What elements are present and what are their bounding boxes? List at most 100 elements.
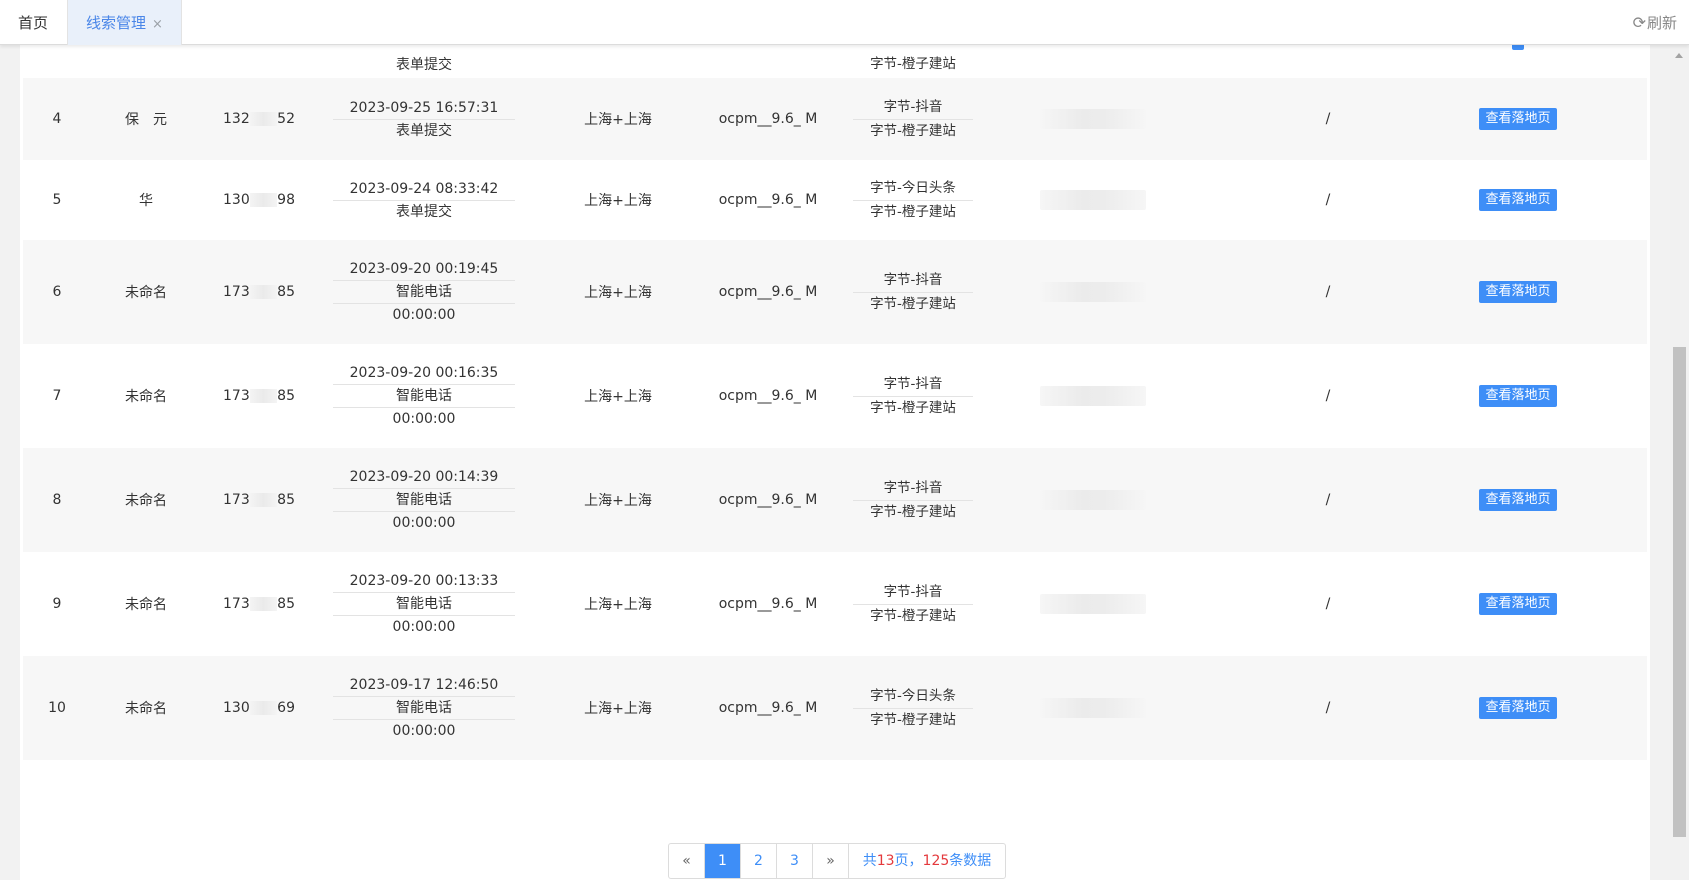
source-channel: 字节-抖音	[853, 373, 973, 397]
source-site: 字节-橙子建站	[870, 711, 956, 728]
masked-cell	[1033, 552, 1153, 656]
summary-suffix: 条数据	[949, 853, 992, 869]
masked-cell	[1033, 240, 1153, 344]
source-site: 字节-橙子建站	[870, 399, 956, 416]
scrollbar-thumb[interactable]	[1673, 347, 1686, 837]
source-cell: 字节-今日头条 字节-橙子建站	[853, 160, 973, 240]
remark-cell: /	[1325, 700, 1331, 716]
phone-mask	[249, 493, 278, 507]
remark-cell: /	[1325, 596, 1331, 612]
phone-cell: 130 69	[201, 656, 313, 760]
row-number: 8	[52, 492, 62, 508]
row-number: 7	[52, 388, 62, 404]
op-cell	[1448, 45, 1588, 78]
masked-value	[1040, 190, 1146, 210]
next-page-button[interactable]: »	[813, 844, 849, 878]
page-1-button[interactable]: 1	[705, 844, 741, 878]
plan-cell: ocpm__9.6_ M	[718, 111, 818, 127]
phone-cell: 173 85	[201, 448, 313, 552]
source-cell: 字节-抖音 字节-橙子建站	[853, 240, 973, 344]
lead-time: 2023-09-25 16:57:31	[333, 97, 515, 120]
prev-page-button[interactable]: «	[669, 844, 705, 878]
customer-name: 华	[139, 193, 153, 209]
summary-mid: 页，	[894, 853, 923, 869]
lead-time: 2023-09-17 12:46:50	[333, 674, 515, 697]
phone-prefix: 130	[223, 700, 250, 716]
table-row: 7 未命名 173 85 2023-09-20 00:16:35 智能电话 00:00:00…	[23, 344, 1647, 448]
tab-bar: 首页 线索管理 × ⟳刷新	[0, 0, 1689, 45]
table-row: 5 华 130 98 2023-09-24 08:33:42 表单提交 上海+上海 ocpm_…	[23, 160, 1647, 240]
refresh-button[interactable]: ⟳刷新	[1633, 0, 1677, 45]
view-landing-page-button[interactable]: 查看落地页	[1479, 593, 1557, 615]
time-cell: 2023-09-24 08:33:42 表单提交	[333, 160, 515, 240]
time-cell: 表单提交	[333, 45, 515, 78]
source-cell: 字节-抖音 字节-橙子建站	[853, 78, 973, 160]
masked-value	[1040, 698, 1146, 718]
customer-name: 未命名	[125, 597, 167, 613]
lead-time: 2023-09-20 00:14:39	[333, 466, 515, 489]
scroll-up-icon[interactable]	[1675, 53, 1683, 58]
source-channel: 字节-今日头条	[853, 685, 973, 709]
summary-prefix: 共	[862, 853, 877, 869]
view-landing-page-button[interactable]: 查看落地页	[1479, 281, 1557, 303]
phone-mask	[249, 193, 278, 207]
lead-time: 2023-09-20 00:13:33	[333, 570, 515, 593]
refresh-label: 刷新	[1646, 14, 1677, 32]
source-site: 字节-橙子建站	[870, 607, 956, 624]
op-cell: 查看落地页	[1448, 160, 1588, 240]
source-channel: 字节-抖音	[853, 269, 973, 293]
time-cell: 2023-09-20 00:13:33 智能电话 00:00:00	[333, 552, 515, 656]
phone-cell: 173 85	[201, 240, 313, 344]
op-cell: 查看落地页	[1448, 78, 1588, 160]
source-site: 字节-橙子建站	[870, 203, 956, 220]
masked-value	[1040, 282, 1146, 302]
vertical-scrollbar[interactable]	[1670, 45, 1689, 880]
phone-mask	[249, 389, 278, 403]
page-2-button[interactable]: 2	[741, 844, 777, 878]
customer-name: 未命名	[125, 285, 167, 301]
table-row: 9 未命名 173 85 2023-09-20 00:13:33 智能电话 00:00:00…	[23, 552, 1647, 656]
source-cell: 字节-抖音字节-橙子建站	[853, 344, 973, 448]
lead-method: 表单提交	[396, 122, 452, 139]
customer-name: 未命名	[125, 701, 167, 717]
phone-mask	[249, 597, 278, 611]
view-landing-page-button[interactable]: 查看落地页	[1479, 189, 1557, 211]
remark-cell: /	[1325, 388, 1331, 404]
view-landing-page-button[interactable]: 查看落地页	[1479, 489, 1557, 511]
view-landing-page-button[interactable]: 查看落地页	[1479, 108, 1557, 130]
plan-cell: ocpm__9.6_ M	[718, 192, 818, 208]
remark-cell: /	[1325, 111, 1331, 127]
customer-name: 保 元	[125, 112, 167, 128]
source-cell: 字节-橙子建站	[853, 45, 973, 78]
phone-cell: 173 85	[201, 344, 313, 448]
customer-name: 未命名	[125, 389, 167, 405]
tab-home[interactable]: 首页	[0, 0, 67, 45]
remark-cell: /	[1325, 492, 1331, 508]
close-icon[interactable]: ×	[152, 2, 163, 48]
table-row: 8 未命名 173 85 2023-09-20 00:14:39 智能电话 00:00:00…	[23, 448, 1647, 552]
op-cell: 查看落地页	[1448, 656, 1588, 760]
lead-time: 2023-09-20 00:16:35	[333, 362, 515, 385]
phone-suffix: 85	[277, 284, 295, 300]
lead-method: 表单提交	[396, 203, 452, 220]
source-channel: 字节-抖音	[853, 581, 973, 605]
table-row-partial: 表单提交 字节-橙子建站	[23, 45, 1647, 78]
lead-time: 2023-09-24 08:33:42	[333, 178, 515, 201]
source-line: 字节-橙子建站	[870, 56, 956, 72]
view-landing-page-button[interactable]: 查看落地页	[1479, 385, 1557, 407]
phone-mask	[249, 701, 278, 715]
time-cell: 2023-09-17 12:46:50 智能电话 00:00:00	[333, 656, 515, 760]
page-3-button[interactable]: 3	[777, 844, 813, 878]
op-cell: 查看落地页	[1448, 344, 1588, 448]
masked-cell	[1033, 656, 1153, 760]
masked-cell	[1033, 78, 1153, 160]
row-number: 9	[52, 596, 62, 612]
lead-method: 智能电话	[333, 281, 515, 304]
time-cell: 2023-09-20 00:14:39 智能电话 00:00:00	[333, 448, 515, 552]
area-cell: 上海+上海	[584, 493, 652, 509]
tab-lead-management[interactable]: 线索管理 ×	[67, 0, 182, 45]
view-landing-page-button[interactable]	[1512, 45, 1524, 50]
view-landing-page-button[interactable]: 查看落地页	[1479, 697, 1557, 719]
call-duration: 00:00:00	[392, 723, 456, 739]
lead-method: 表单提交	[396, 57, 452, 73]
